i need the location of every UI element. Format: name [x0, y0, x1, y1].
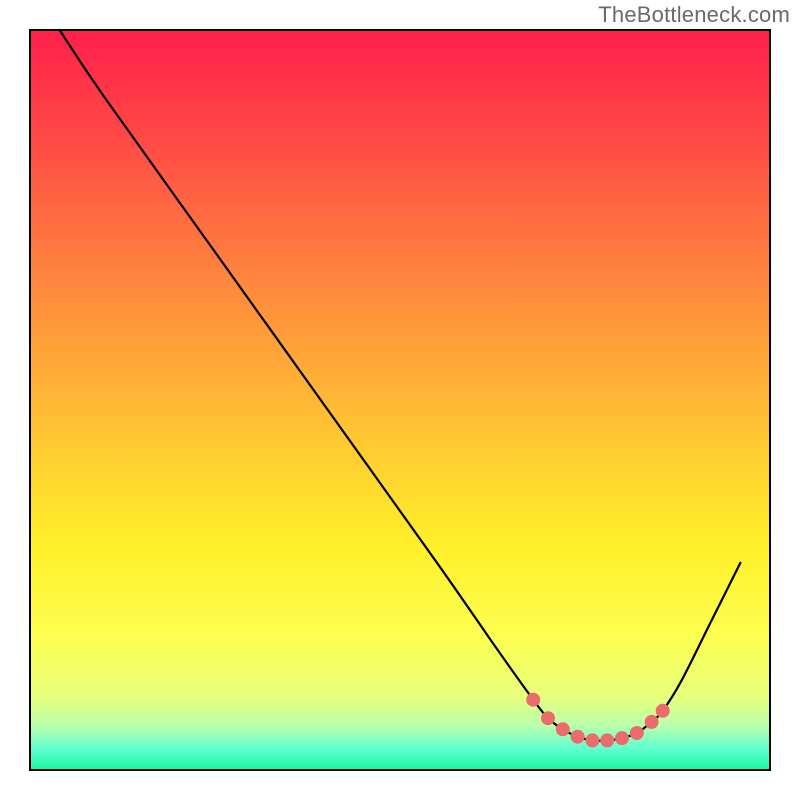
chart-container: TheBottleneck.com [0, 0, 800, 800]
highlight-dot [600, 733, 614, 747]
highlight-dot [585, 733, 599, 747]
highlight-dot [541, 711, 555, 725]
highlight-dot [615, 731, 629, 745]
watermark-label: TheBottleneck.com [598, 2, 790, 28]
highlight-dot [526, 693, 540, 707]
highlight-dot [571, 730, 585, 744]
highlight-dot [656, 704, 670, 718]
highlight-dot [556, 722, 570, 736]
highlight-dot [645, 715, 659, 729]
highlight-dot [630, 726, 644, 740]
gradient-background [30, 30, 770, 770]
bottleneck-chart [0, 0, 800, 800]
